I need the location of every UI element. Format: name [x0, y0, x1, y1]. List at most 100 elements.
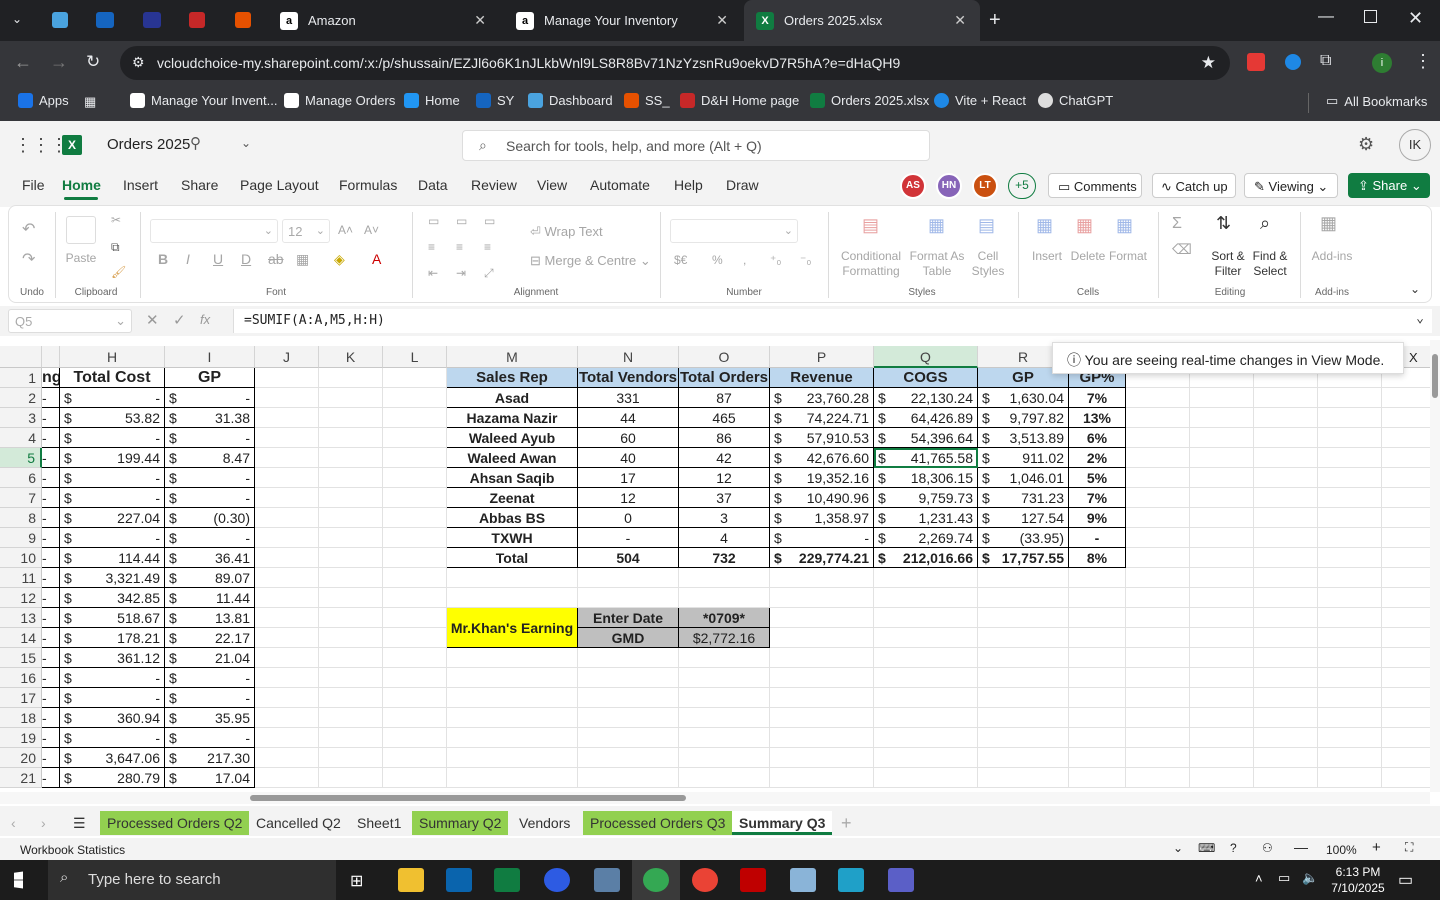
- empty-cell[interactable]: [383, 488, 447, 508]
- empty-cell[interactable]: [1190, 428, 1254, 448]
- header-cell[interactable]: GP: [165, 368, 255, 388]
- empty-cell[interactable]: [1382, 388, 1430, 408]
- cell[interactable]: -: [42, 428, 60, 448]
- row-header[interactable]: 16: [0, 668, 42, 688]
- close-icon[interactable]: ✕: [474, 12, 486, 29]
- paste-button[interactable]: Paste: [62, 251, 100, 266]
- all-sheets-menu-icon[interactable]: ☰: [66, 811, 93, 835]
- format-as-table-button[interactable]: Format As Table: [908, 249, 966, 279]
- cell[interactable]: $64,426.89: [874, 408, 978, 428]
- cell[interactable]: Abbas BS: [447, 508, 578, 528]
- zoom-out-icon[interactable]: —: [1294, 839, 1308, 855]
- empty-cell[interactable]: [447, 668, 578, 688]
- row-header[interactable]: 8: [0, 508, 42, 528]
- pinned-tab-icon[interactable]: [189, 12, 205, 28]
- empty-cell[interactable]: [255, 468, 319, 488]
- chevron-down-icon[interactable]: ⌄: [241, 136, 251, 150]
- cell[interactable]: $199.44: [60, 448, 165, 468]
- empty-cell[interactable]: [770, 568, 874, 588]
- empty-cell[interactable]: [874, 608, 978, 628]
- row-header[interactable]: 5: [0, 448, 42, 468]
- empty-cell[interactable]: [447, 728, 578, 748]
- column-header[interactable]: J: [255, 346, 319, 368]
- double-underline-icon[interactable]: D: [241, 252, 251, 267]
- row-header[interactable]: 14: [0, 628, 42, 648]
- pinned-tab-icon[interactable]: [96, 12, 114, 28]
- bookmark-sy[interactable]: SY: [476, 93, 514, 108]
- cell[interactable]: $731.23: [978, 488, 1069, 508]
- bookmark-star-icon[interactable]: ★: [1201, 53, 1216, 73]
- empty-cell[interactable]: [1190, 528, 1254, 548]
- sheet-tab[interactable]: Cancelled Q2: [249, 811, 348, 835]
- user-avatar[interactable]: IK: [1399, 129, 1431, 161]
- align-right-icon[interactable]: ≡: [484, 240, 491, 255]
- wrap-text-button[interactable]: ⏎ Wrap Text: [530, 224, 603, 239]
- empty-cell[interactable]: [447, 708, 578, 728]
- empty-cell[interactable]: [1126, 628, 1190, 648]
- app-launcher-icon[interactable]: ⋮⋮⋮: [14, 135, 68, 156]
- row-header[interactable]: 13: [0, 608, 42, 628]
- empty-cell[interactable]: [770, 728, 874, 748]
- increase-font-icon[interactable]: A˄: [338, 223, 353, 238]
- cell[interactable]: $ -: [60, 528, 165, 548]
- autosum-icon[interactable]: Σ: [1172, 216, 1182, 232]
- empty-cell[interactable]: [578, 568, 679, 588]
- cell[interactable]: $42,676.60: [770, 448, 874, 468]
- empty-cell[interactable]: [770, 648, 874, 668]
- cell[interactable]: $22.17: [165, 628, 255, 648]
- empty-cell[interactable]: [255, 648, 319, 668]
- collapse-ribbon-icon[interactable]: ⌄: [1410, 282, 1420, 297]
- empty-cell[interactable]: [1382, 488, 1430, 508]
- cell[interactable]: 3: [679, 508, 770, 528]
- menu-automate[interactable]: Automate: [590, 177, 650, 193]
- cell[interactable]: 37: [679, 488, 770, 508]
- cell[interactable]: -: [42, 648, 60, 668]
- row-header[interactable]: 10: [0, 548, 42, 568]
- cell[interactable]: $ -: [60, 428, 165, 448]
- sheet-tab[interactable]: Vendors: [512, 811, 577, 835]
- empty-cell[interactable]: [1126, 768, 1190, 788]
- cell[interactable]: TXWH: [447, 528, 578, 548]
- empty-cell[interactable]: [770, 588, 874, 608]
- pinned-tab-icon[interactable]: [52, 12, 68, 28]
- empty-cell[interactable]: [319, 608, 383, 628]
- empty-cell[interactable]: [978, 768, 1069, 788]
- empty-cell[interactable]: [255, 548, 319, 568]
- pinned-tab-icon[interactable]: [235, 12, 251, 28]
- empty-cell[interactable]: [770, 608, 874, 628]
- cell[interactable]: 331: [578, 388, 679, 408]
- cell[interactable]: 7%: [1069, 488, 1126, 508]
- bookmark-home[interactable]: Home: [404, 93, 460, 108]
- empty-cell[interactable]: [1254, 448, 1318, 468]
- row-header[interactable]: 18: [0, 708, 42, 728]
- empty-cell[interactable]: [1126, 548, 1190, 568]
- header-cell[interactable]: Sales Rep: [447, 368, 578, 388]
- bookmark-manage-orders[interactable]: Manage Orders: [284, 93, 395, 108]
- empty-cell[interactable]: [1318, 448, 1382, 468]
- empty-cell[interactable]: [1382, 528, 1430, 548]
- next-sheet-icon[interactable]: ›: [34, 811, 53, 835]
- column-header[interactable]: N: [578, 346, 679, 368]
- percent-icon[interactable]: %: [712, 253, 723, 268]
- orientation-icon[interactable]: ⤢: [484, 266, 494, 281]
- empty-cell[interactable]: [1069, 708, 1126, 728]
- cell[interactable]: 44: [578, 408, 679, 428]
- borders-icon[interactable]: ▦: [296, 252, 309, 267]
- menu-help[interactable]: Help: [674, 177, 703, 193]
- font-name-select[interactable]: ⌄: [150, 219, 278, 243]
- empty-cell[interactable]: [770, 688, 874, 708]
- extension-icon[interactable]: [1285, 54, 1301, 70]
- empty-cell[interactable]: [1254, 508, 1318, 528]
- conditional-formatting-button[interactable]: Conditional Formatting: [838, 249, 904, 279]
- cell[interactable]: $ -: [770, 528, 874, 548]
- cell[interactable]: $ (33.95): [978, 528, 1069, 548]
- empty-cell[interactable]: [1318, 468, 1382, 488]
- column-header[interactable]: L: [383, 346, 447, 368]
- empty-cell[interactable]: [1126, 468, 1190, 488]
- empty-cell[interactable]: [1069, 748, 1126, 768]
- cell[interactable]: $41,765.58: [874, 448, 978, 468]
- empty-cell[interactable]: [255, 428, 319, 448]
- empty-cell[interactable]: [1126, 668, 1190, 688]
- empty-cell[interactable]: [679, 588, 770, 608]
- empty-cell[interactable]: [1254, 708, 1318, 728]
